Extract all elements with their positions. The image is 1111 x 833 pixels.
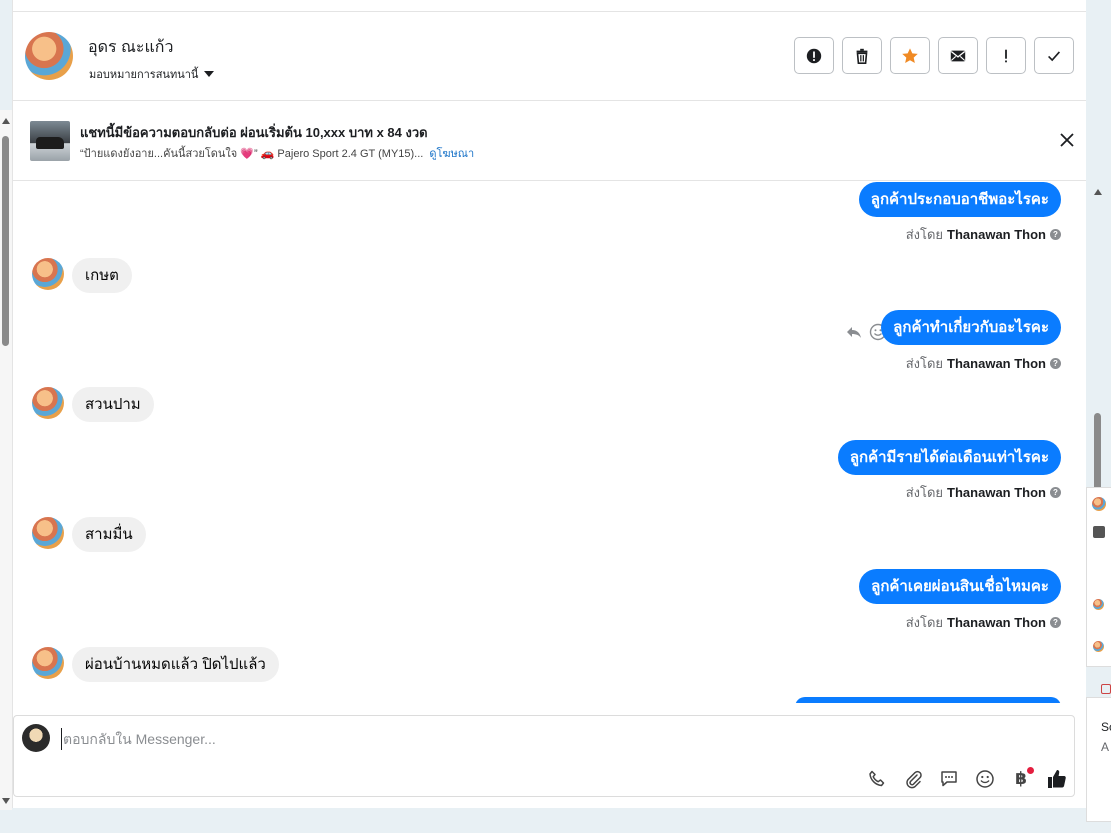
incoming-message[interactable]: สามมื่น [72, 517, 146, 552]
sent-by-label: ส่งโดย [905, 227, 944, 242]
side-panel-icon [1101, 684, 1111, 694]
exclamation-circle-icon [806, 48, 822, 63]
assign-label: มอบหมายการสนทนานี้ [89, 69, 199, 81]
payment-button[interactable]: ฿ [1010, 767, 1034, 790]
composer-toolbar: ฿ [866, 767, 1068, 790]
preview-avatar [1093, 599, 1104, 610]
scrollbar-thumb[interactable] [2, 136, 9, 346]
contact-avatar-small[interactable] [32, 517, 64, 549]
notification-dot [1027, 767, 1034, 774]
trash-icon [856, 48, 868, 64]
ad-description: “ป้ายแดงยังอาย...คันนี้สวยโดนใจ 💗” 🚗 Paj… [80, 148, 424, 160]
reply-input[interactable] [61, 728, 661, 750]
outgoing-message[interactable]: ลูกค้าทำเกี่ยวกับอะไรคะ [881, 310, 1061, 345]
outgoing-message[interactable]: ลูกค้ามีรายได้ต่อเดือนเท่าไรคะ [837, 440, 1061, 475]
ad-subtitle: “ป้ายแดงยังอาย...คันนี้สวยโดนใจ 💗” 🚗 Paj… [80, 144, 474, 162]
preview-avatar [1092, 497, 1106, 511]
sent-by-label: ส่งโดย [905, 485, 944, 500]
reply-icon[interactable] [845, 323, 863, 341]
thumbs-up-icon [1048, 770, 1066, 788]
caret-down-icon [204, 71, 215, 77]
sent-by-label: ส่งโดย [905, 615, 944, 630]
sender-name: Thanawan Thon [947, 485, 1046, 500]
close-ad-bar-button[interactable] [1056, 129, 1078, 151]
header-actions [794, 37, 1074, 74]
contact-avatar[interactable] [25, 32, 73, 80]
sent-by-line: ส่งโดย Thanawan Thon ? [906, 224, 1061, 245]
sent-by-line: ส่งโดย Thanawan Thon ? [906, 612, 1061, 633]
exclamation-icon [1005, 49, 1007, 62]
side-preview-panel[interactable] [1086, 487, 1111, 667]
info-icon[interactable]: ? [1050, 487, 1061, 498]
contact-avatar-small[interactable] [32, 647, 64, 679]
emoji-icon [976, 770, 994, 788]
incoming-message[interactable]: เกษต [72, 258, 132, 293]
ad-thumbnail[interactable] [30, 121, 70, 161]
info-icon[interactable]: ? [1050, 617, 1061, 628]
thread-scrollbar-thumb[interactable] [1094, 413, 1101, 493]
side-panel-subtext: A [1101, 740, 1110, 754]
sender-name: Thanawan Thon [947, 356, 1046, 371]
delete-button[interactable] [842, 37, 882, 74]
close-icon [1060, 133, 1074, 147]
page-avatar [22, 724, 50, 752]
sent-by-line: ส่งโดย Thanawan Thon ? [906, 353, 1061, 374]
like-button[interactable] [1046, 768, 1068, 790]
conversation-panel: อุดร ณะแก้ว มอบหมายการสนทนานี้ แชทนี้มีข… [12, 0, 1086, 808]
contact-avatar-small[interactable] [32, 387, 64, 419]
sent-by-line: ส่งโดย Thanawan Thon ? [906, 482, 1061, 503]
paperclip-icon [906, 770, 922, 789]
page-scrollbar[interactable] [0, 110, 12, 810]
scroll-up-arrow-icon[interactable] [2, 118, 10, 124]
call-button[interactable] [866, 768, 888, 790]
check-icon [1048, 50, 1061, 61]
outgoing-message[interactable]: ลูกค้าเคยผ่อนสินเชื่อไหมคะ [859, 569, 1061, 604]
incoming-message[interactable]: สวนปาม [72, 387, 154, 422]
mark-unread-button[interactable] [938, 37, 978, 74]
attach-button[interactable] [902, 768, 924, 790]
mark-done-button[interactable] [1034, 37, 1074, 74]
envelope-icon [950, 50, 966, 61]
saved-replies-button[interactable] [938, 768, 960, 790]
contact-avatar-small[interactable] [32, 258, 64, 290]
incoming-message[interactable]: ผ่อนบ้านหมดแล้ว ปิดไปแล้ว [72, 647, 279, 682]
follow-up-button[interactable] [986, 37, 1026, 74]
side-panel-text: Sc [1101, 720, 1111, 734]
reply-composer: ฿ [13, 715, 1075, 797]
star-button[interactable] [890, 37, 930, 74]
info-icon[interactable]: ? [1050, 358, 1061, 369]
ad-context-bar: แชทนี้มีข้อความตอบกลับต่อ ผ่อนเริ่มต้น 1… [13, 101, 1086, 181]
outgoing-message[interactable]: ลูกค้าประกอบอาชีพอะไรคะ [858, 182, 1061, 217]
report-spam-button[interactable] [794, 37, 834, 74]
ad-title: แชทนี้มีข้อความตอบกลับต่อ ผ่อนเริ่มต้น 1… [80, 125, 428, 140]
phone-icon [869, 770, 885, 787]
info-icon[interactable]: ? [1050, 229, 1061, 240]
scroll-down-arrow-icon[interactable] [2, 798, 10, 804]
star-icon [902, 47, 918, 63]
view-ad-link[interactable]: ดูโฆษณา [429, 148, 474, 160]
top-divider [13, 0, 1086, 12]
sender-name: Thanawan Thon [947, 227, 1046, 242]
assign-conversation-dropdown[interactable]: มอบหมายการสนทนานี้ [89, 65, 215, 83]
message-thread: ลูกค้าประกอบอาชีพอะไรคะ ส่งโดย Thanawan … [13, 181, 1087, 703]
preview-thumbnail [1093, 526, 1105, 538]
side-info-panel[interactable]: Sc A [1086, 684, 1111, 822]
sender-name: Thanawan Thon [947, 615, 1046, 630]
emoji-button[interactable] [974, 768, 996, 790]
baht-payment-icon: ฿ [1015, 769, 1027, 788]
outgoing-message-partial[interactable] [795, 697, 1061, 703]
conversation-header: อุดร ณะแก้ว มอบหมายการสนทนานี้ [13, 12, 1086, 101]
contact-name[interactable]: อุดร ณะแก้ว [88, 35, 173, 60]
sent-by-label: ส่งโดย [905, 356, 944, 371]
preview-avatar [1093, 641, 1104, 652]
saved-replies-icon [941, 771, 957, 787]
scroll-up-arrow-icon[interactable] [1094, 189, 1102, 195]
